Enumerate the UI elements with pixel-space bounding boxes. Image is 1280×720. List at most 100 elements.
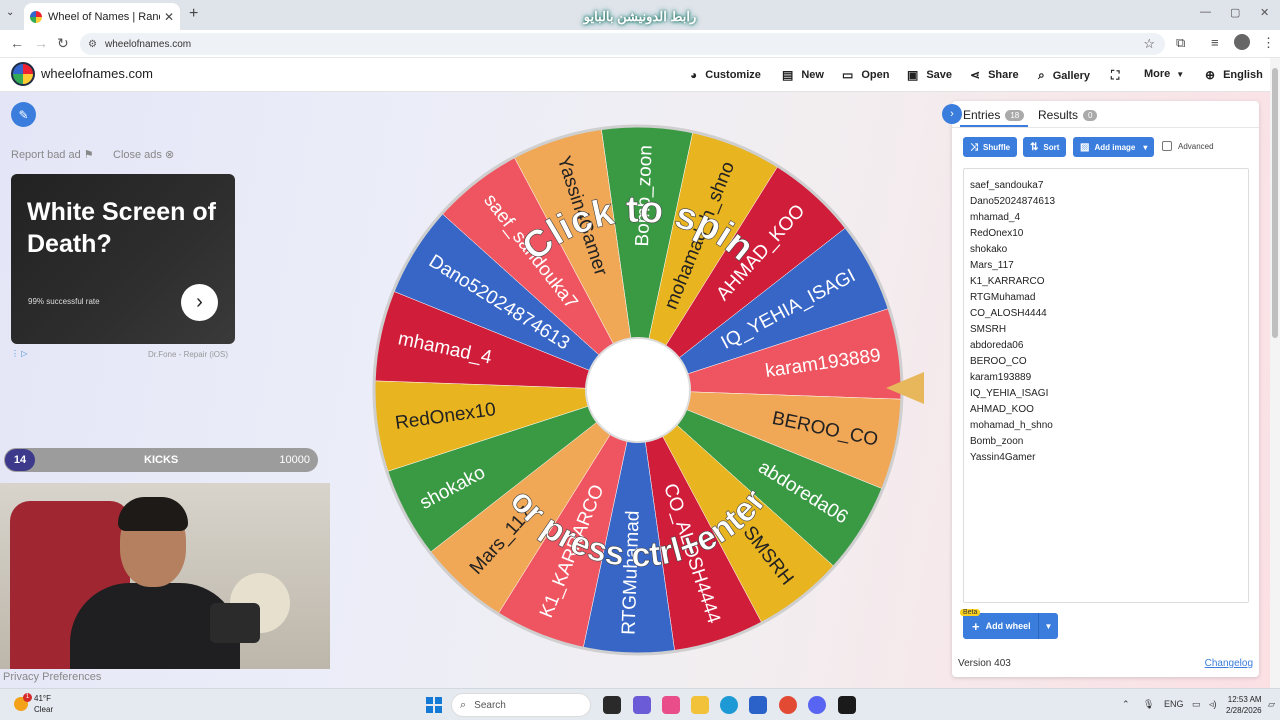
gallery-button[interactable]: ⌕ Gallery [1038, 68, 1090, 83]
save-button[interactable]: ▣ Save [907, 68, 952, 82]
wheel-center[interactable] [585, 337, 691, 443]
tray-chevron-icon[interactable]: ⌃ [1122, 699, 1130, 710]
tab-strip-icon[interactable]: ≡ [1211, 35, 1219, 50]
entry-line[interactable]: saef_sandouka7 [970, 178, 1242, 194]
fullscreen-button[interactable]: ⛶ [1111, 68, 1127, 83]
changelog-link[interactable]: Changelog [1205, 658, 1253, 669]
share-button[interactable]: ⋖ Share [970, 68, 1019, 82]
report-bad-ad-link[interactable]: Report bad ad ⚑ [11, 148, 94, 161]
notifications-icon[interactable]: ▱ [1268, 699, 1275, 710]
more-menu[interactable]: More ▼ [1144, 68, 1184, 80]
entry-line[interactable]: AHMAD_KOO [970, 402, 1242, 418]
weather-widget[interactable]: 1 41°F Clear [14, 693, 53, 715]
search-icon: ⌕ [1038, 68, 1045, 82]
profile-avatar[interactable] [1234, 34, 1250, 50]
maximize-icon[interactable]: ▢ [1230, 6, 1240, 19]
copilot-icon[interactable] [662, 696, 680, 714]
file-explorer-icon[interactable] [691, 696, 709, 714]
tab-entries[interactable]: Entries 18 [963, 108, 1025, 122]
teams-icon[interactable] [633, 696, 651, 714]
tab-search-icon[interactable]: ⌄ [6, 7, 14, 18]
minimize-icon[interactable]: — [1200, 6, 1211, 18]
wheel-graphic[interactable]: Bomb_zoon mohamad_h_shnoAHMAD_KOOIQ_YEHIA… [370, 122, 906, 658]
site-name[interactable]: wheelofnames.com [41, 66, 153, 81]
close-ads-link[interactable]: Close ads ⊗ [113, 148, 174, 161]
adchoices-icon[interactable]: ⋮ ▷ [11, 349, 27, 358]
entry-line[interactable]: BEROO_CO [970, 354, 1242, 370]
page-scrollbar[interactable] [1270, 58, 1280, 688]
add-image-button[interactable]: ▨ Add image ▾ [1073, 137, 1155, 157]
flag-icon: ⚑ [83, 149, 94, 161]
language-indicator[interactable]: ENG [1164, 699, 1184, 709]
active-tab-indicator [960, 125, 1028, 127]
collapse-panel-button[interactable]: › [942, 104, 962, 124]
entry-line[interactable]: Mars_117 [970, 258, 1242, 274]
spin-wheel[interactable]: Bomb_zoon mohamad_h_shno AHMAD_KOO IQ_YEHIA… [370, 122, 906, 658]
advanced-checkbox[interactable]: Advanced [1162, 141, 1214, 151]
edit-pencil-button[interactable]: ✎ [11, 102, 36, 127]
entry-line[interactable]: K1_KARRARCO [970, 274, 1242, 290]
entry-line[interactable]: karam193889 [970, 370, 1242, 386]
language-button[interactable]: ⊕ English [1205, 68, 1263, 82]
entry-line[interactable]: abdoreda06 [970, 338, 1242, 354]
forward-icon[interactable]: → [34, 35, 48, 51]
extensions-icon[interactable]: ⧉ [1176, 35, 1185, 51]
entry-line[interactable]: Bomb_zoon [970, 434, 1242, 450]
beta-badge: Beta [960, 609, 981, 616]
checkbox-box[interactable] [1162, 141, 1172, 151]
globe-icon: ⊕ [1205, 68, 1216, 82]
add-wheel-button[interactable]: + Add wheel ▼ [963, 613, 1058, 639]
start-button[interactable] [426, 697, 442, 713]
chevron-down-icon: ▾ [1143, 142, 1148, 152]
privacy-preferences-link[interactable]: Privacy Preferences [3, 671, 101, 683]
entry-line[interactable]: SMSRH [970, 322, 1242, 338]
entry-line[interactable]: shokako [970, 242, 1242, 258]
chevron-down-icon[interactable]: ▼ [1038, 613, 1058, 639]
network-icon[interactable]: ▭ [1192, 699, 1201, 710]
browser-menu-icon[interactable]: ⋮ [1262, 35, 1275, 51]
advertisement[interactable]: White Screen of Death? 99% successful ra… [11, 174, 235, 344]
tab-close-icon[interactable]: ✕ [164, 10, 174, 24]
task-view-icon[interactable] [603, 696, 621, 714]
edge-icon[interactable] [720, 696, 738, 714]
tab-results[interactable]: Results 0 [1038, 108, 1098, 122]
site-info-icon[interactable]: ⚙ [88, 39, 97, 50]
store-icon[interactable] [749, 696, 767, 714]
close-window-icon[interactable]: ✕ [1260, 6, 1269, 19]
entry-line[interactable]: mhamad_4 [970, 210, 1242, 226]
obs-icon[interactable] [838, 696, 856, 714]
browser-tab[interactable]: Wheel of Names | Random nam ✕ [24, 3, 180, 30]
entry-line[interactable]: Yassin4Gamer [970, 450, 1242, 466]
entries-panel: Entries 18 Results 0 ⤨ Shuffle ⇅ Sort ▨ Add i… [952, 101, 1259, 677]
chevron-down-icon: ▼ [1176, 69, 1185, 79]
new-tab-button[interactable]: + [189, 5, 198, 23]
browser-tab-bar: ⌄ Wheel of Names | Random nam ✕ + رابط ا… [0, 0, 1280, 30]
entry-line[interactable]: CO_ALOSH4444 [970, 306, 1242, 322]
microphone-icon[interactable]: 🎙 [1143, 699, 1154, 710]
bookmark-star-icon[interactable]: ☆ [1143, 36, 1155, 52]
customize-button[interactable]: ◕ Customize [690, 68, 761, 82]
new-button[interactable]: ▤ New [782, 68, 824, 82]
volume-icon[interactable]: ◃) [1209, 699, 1217, 710]
system-clock[interactable]: 12:53 AM 2/28/2026 [1226, 694, 1262, 716]
open-button[interactable]: ▭ Open [842, 68, 889, 82]
scrollbar-thumb[interactable] [1272, 68, 1278, 338]
wheel-pointer [886, 372, 924, 404]
sort-button[interactable]: ⇅ Sort [1023, 137, 1067, 157]
back-icon[interactable]: ← [10, 35, 24, 51]
entry-line[interactable]: Dano52024874613 [970, 194, 1242, 210]
entry-line[interactable]: RedOnex10 [970, 226, 1242, 242]
notification-badge: 1 [23, 693, 32, 702]
taskbar-search[interactable]: ⌕ Search [451, 693, 591, 717]
discord-icon[interactable] [808, 696, 826, 714]
entry-line[interactable]: mohamad_h_shno [970, 418, 1242, 434]
ad-arrow-button[interactable]: › [181, 284, 218, 321]
reload-icon[interactable]: ↻ [57, 35, 69, 52]
chrome-icon[interactable] [779, 696, 797, 714]
entry-line[interactable]: RTGMuhamad [970, 290, 1242, 306]
site-logo-icon[interactable] [11, 62, 35, 86]
url-field[interactable]: ⚙ wheelofnames.com ☆ [80, 33, 1165, 55]
shuffle-button[interactable]: ⤨ Shuffle [963, 137, 1018, 157]
entry-line[interactable]: IQ_YEHIA_ISAGI [970, 386, 1242, 402]
entries-textarea[interactable]: saef_sandouka7 Dano52024874613 mhamad_4 Red… [963, 168, 1249, 603]
